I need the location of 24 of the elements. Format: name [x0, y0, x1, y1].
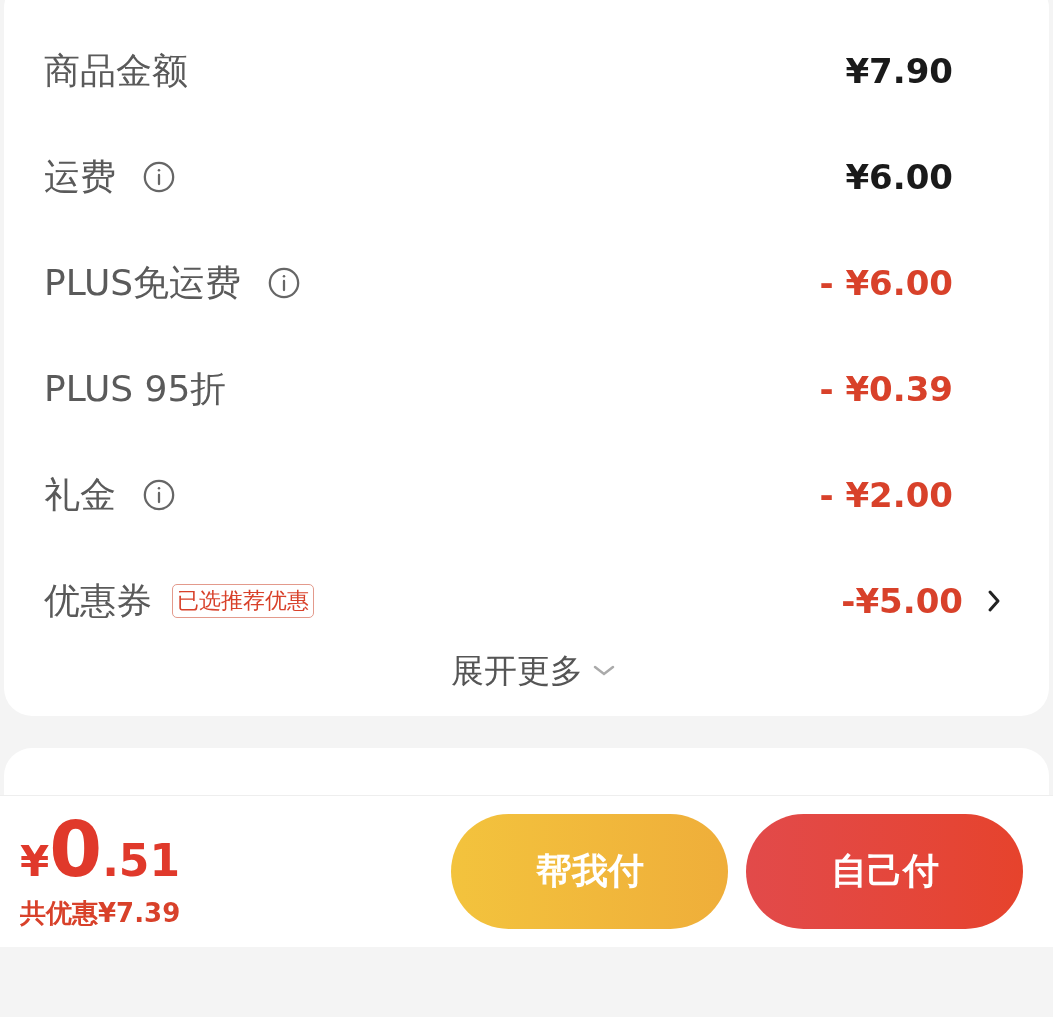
amount: ¥6.00 [845, 155, 953, 199]
row-label: PLUS免运费 [44, 261, 242, 305]
row-label: 优惠券 [44, 579, 152, 623]
coupon-tag: 已选推荐优惠 [172, 584, 314, 618]
row-label: 礼金 [44, 473, 116, 517]
expand-more-button[interactable]: 展开更多 [430, 646, 615, 696]
row-label: 运费 [44, 155, 116, 199]
amount: ¥7.90 [845, 49, 953, 93]
amount: -¥5.00 [841, 579, 963, 623]
info-icon[interactable] [142, 160, 176, 194]
pay-button[interactable]: 自己付 [746, 813, 1023, 929]
currency-symbol: ¥ [20, 836, 50, 888]
price-integer: 0 [49, 809, 103, 890]
savings-text: 共优惠¥7.39 [20, 896, 181, 930]
chevron-right-icon[interactable] [987, 589, 1001, 613]
price-fraction: .51 [102, 833, 181, 888]
row-label: PLUS 95折 [44, 367, 227, 411]
info-icon[interactable] [142, 478, 176, 512]
amount: - ¥0.39 [819, 367, 953, 411]
row-label: 商品金额 [44, 49, 188, 93]
info-icon[interactable] [267, 266, 302, 300]
amount: - ¥2.00 [819, 473, 953, 517]
chevron-down-icon [592, 664, 615, 677]
amount: - ¥6.00 [819, 261, 953, 305]
